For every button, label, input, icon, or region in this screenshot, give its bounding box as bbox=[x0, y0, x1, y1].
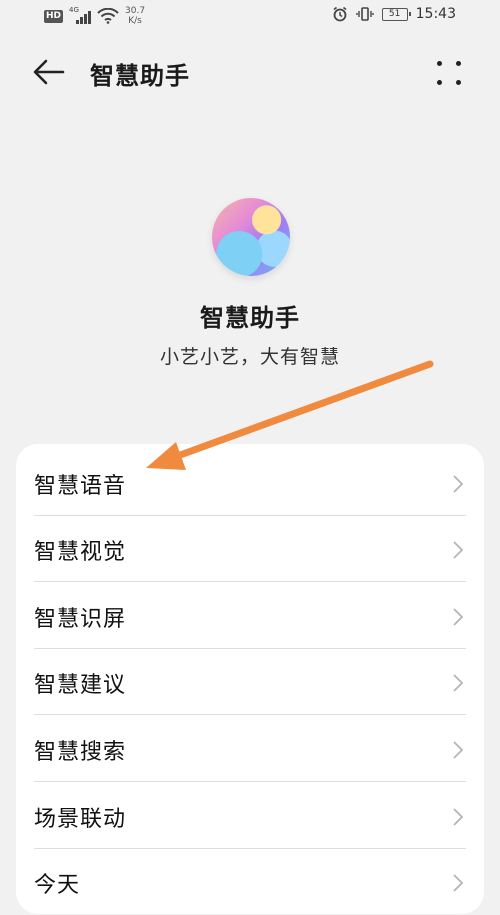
network-speed: 30.7 K/s bbox=[125, 6, 146, 26]
page-title: 智慧助手 bbox=[90, 62, 190, 90]
menu-item-smart-screen-recognition[interactable]: 智慧识屏 bbox=[16, 583, 484, 649]
chevron-right-icon bbox=[453, 808, 464, 826]
menu-item-smart-voice[interactable]: 智慧语音 bbox=[16, 450, 484, 516]
alarm-icon bbox=[332, 6, 348, 22]
app-slogan: 小艺小艺，大有智慧 bbox=[159, 346, 340, 368]
menu-item-label: 场景联动 bbox=[34, 807, 127, 832]
menu-item-label: 智慧语音 bbox=[34, 474, 127, 499]
feature-list: 智慧语音 智慧视觉 智慧识屏 智慧建议 智慧搜索 场景联动 今天 bbox=[16, 444, 484, 914]
chevron-right-icon bbox=[453, 541, 464, 559]
more-options-button[interactable] bbox=[432, 56, 468, 90]
vibrate-icon bbox=[355, 6, 374, 22]
menu-item-today[interactable]: 今天 bbox=[16, 849, 484, 915]
chevron-right-icon bbox=[453, 741, 464, 759]
status-bar: HD 4G 30.7 K/s 51 15:43 bbox=[0, 0, 500, 36]
app-name: 智慧助手 bbox=[200, 304, 300, 332]
divider bbox=[34, 714, 466, 715]
status-right: 51 15:43 bbox=[332, 6, 456, 22]
menu-item-label: 智慧搜索 bbox=[34, 740, 127, 765]
battery-icon: 51 bbox=[381, 7, 411, 21]
chevron-right-icon bbox=[453, 674, 464, 692]
chevron-right-icon bbox=[453, 874, 464, 892]
wifi-icon bbox=[97, 8, 119, 24]
menu-item-label: 今天 bbox=[34, 873, 81, 898]
menu-item-label: 智慧视觉 bbox=[34, 540, 127, 565]
status-left: HD 4G 30.7 K/s bbox=[44, 6, 145, 26]
clock: 15:43 bbox=[415, 6, 456, 22]
battery-level: 51 bbox=[388, 8, 401, 19]
menu-item-label: 智慧建议 bbox=[34, 673, 127, 698]
menu-item-smart-suggestions[interactable]: 智慧建议 bbox=[16, 649, 484, 715]
chevron-right-icon bbox=[453, 475, 464, 493]
app-header: 智慧助手 bbox=[0, 44, 500, 100]
divider bbox=[34, 581, 466, 582]
menu-item-smart-search[interactable]: 智慧搜索 bbox=[16, 716, 484, 782]
arrow-left-icon bbox=[33, 59, 65, 85]
menu-item-smart-vision[interactable]: 智慧视觉 bbox=[16, 516, 484, 582]
hd-badge: HD bbox=[44, 9, 64, 23]
divider bbox=[34, 781, 466, 782]
back-button[interactable] bbox=[32, 58, 66, 86]
menu-item-scene-linkage[interactable]: 场景联动 bbox=[16, 783, 484, 849]
assistant-logo bbox=[212, 198, 290, 276]
chevron-right-icon bbox=[453, 608, 464, 626]
cellular-signal-icon: 4G bbox=[69, 6, 92, 24]
menu-item-label: 智慧识屏 bbox=[34, 607, 127, 632]
